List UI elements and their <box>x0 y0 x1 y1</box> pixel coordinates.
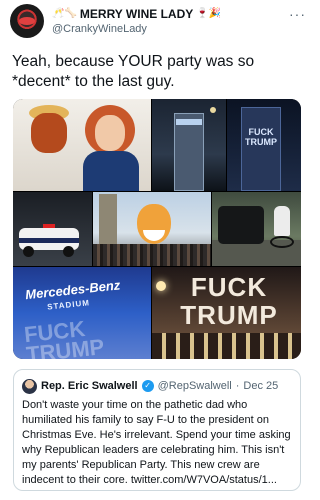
moon-shape <box>210 107 216 113</box>
car-stripe-shape <box>19 238 79 243</box>
person-top-shape <box>83 151 139 191</box>
lips-icon <box>19 17 35 25</box>
media-tile-stadium[interactable]: Mercedes-Benz STADIUM FUCK TRUMP <box>13 267 151 359</box>
prop-head-shape <box>31 113 67 153</box>
building-shape <box>241 107 281 191</box>
wall-text: FUCK TRUMP <box>180 272 278 330</box>
media-tile-cyclist[interactable] <box>212 192 301 266</box>
separator-dot: · <box>235 380 240 392</box>
windows-shape <box>152 333 301 359</box>
quoted-tweet-header: Rep. Eric Swalwell ✓ @RepSwalwell · Dec … <box>22 378 294 394</box>
media-collage[interactable]: FUCK TRUMP Mercedes-Benz STADIUM FUCK TR… <box>13 99 301 359</box>
display-name-text[interactable]: MERRY WINE LADY <box>80 7 193 21</box>
crowd-shape <box>93 244 211 266</box>
media-tile-griffin[interactable] <box>13 99 151 191</box>
tower-light-shape <box>176 119 202 125</box>
tweet-header: 🥂🦴 MERRY WINE LADY 🍷🎉 @CrankyWineLady ··… <box>10 4 306 40</box>
wheel-shape <box>23 246 34 257</box>
cyclist-shape <box>274 206 290 236</box>
quoted-avatar[interactable] <box>22 378 37 394</box>
media-tile-projection[interactable]: FUCK TRUMP <box>227 99 301 191</box>
projection-text: FUCK TRUMP <box>245 127 277 147</box>
quoted-tweet[interactable]: Rep. Eric Swalwell ✓ @RepSwalwell · Dec … <box>13 369 301 491</box>
display-name[interactable]: 🥂🦴 MERRY WINE LADY 🍷🎉 <box>52 6 282 21</box>
user-handle[interactable]: @CrankyWineLady <box>52 23 282 35</box>
quoted-tweet-text: Don't waste your time on the pathetic da… <box>22 399 291 486</box>
verified-badge-icon: ✓ <box>141 380 154 392</box>
more-options-icon[interactable]: ··· <box>289 6 306 22</box>
quoted-display-name[interactable]: Rep. Eric Swalwell <box>41 380 138 392</box>
media-tile-balloon[interactable] <box>93 192 211 266</box>
bicycle-shape <box>270 236 294 248</box>
tweet[interactable]: 🥂🦴 MERRY WINE LADY 🍷🎉 @CrankyWineLady ··… <box>0 0 314 500</box>
quoted-date[interactable]: Dec 25 <box>243 380 278 392</box>
display-name-suffix-emoji: 🍷🎉 <box>196 7 222 19</box>
person-face-shape <box>95 115 125 151</box>
tweet-text: Yeah, because YOUR party was so *decent*… <box>12 53 255 90</box>
media-tile-police[interactable] <box>13 192 92 266</box>
author-block: 🥂🦴 MERRY WINE LADY 🍷🎉 @CrankyWineLady <box>52 6 282 36</box>
quoted-handle[interactable]: @RepSwalwell <box>158 380 232 392</box>
suv-shape <box>218 206 264 244</box>
media-tile-wall[interactable]: FUCK TRUMP <box>152 267 301 359</box>
media-tile-tower[interactable] <box>152 99 226 191</box>
wheel-shape <box>63 246 74 257</box>
tower-shape <box>99 194 117 244</box>
stadium-overlay-text: FUCK TRUMP <box>22 316 106 359</box>
display-name-prefix-emoji: 🥂🦴 <box>52 7 77 19</box>
avatar[interactable] <box>10 4 44 38</box>
